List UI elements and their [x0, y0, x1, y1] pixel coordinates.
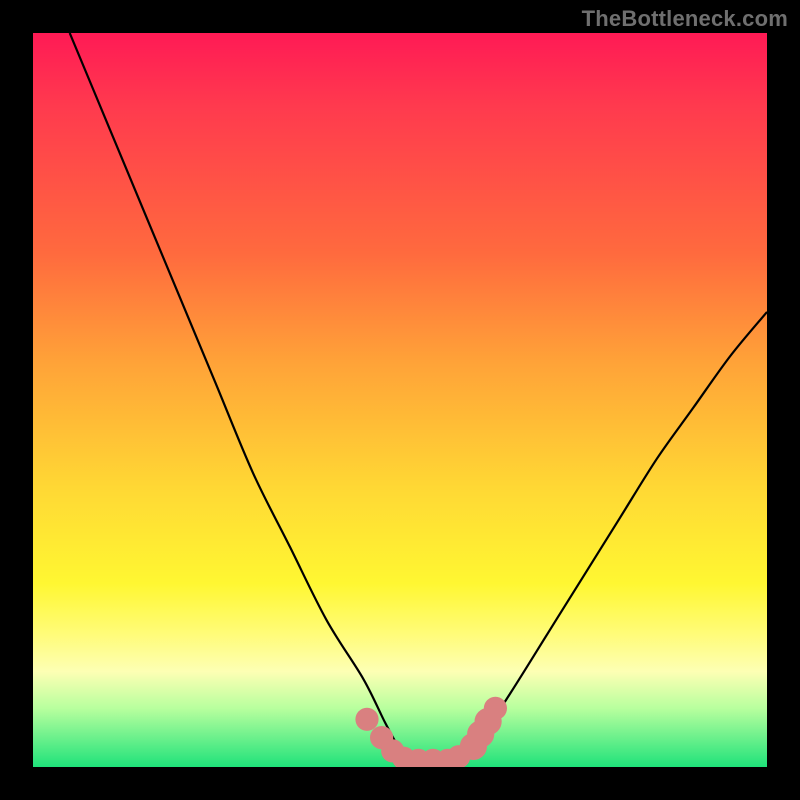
curve-marker	[484, 697, 507, 720]
bottleneck-curve	[70, 33, 767, 761]
chart-container: TheBottleneck.com	[0, 0, 800, 800]
curve-marker	[355, 708, 378, 731]
curve-svg	[33, 33, 767, 767]
plot-area	[33, 33, 767, 767]
watermark-text: TheBottleneck.com	[582, 6, 788, 32]
